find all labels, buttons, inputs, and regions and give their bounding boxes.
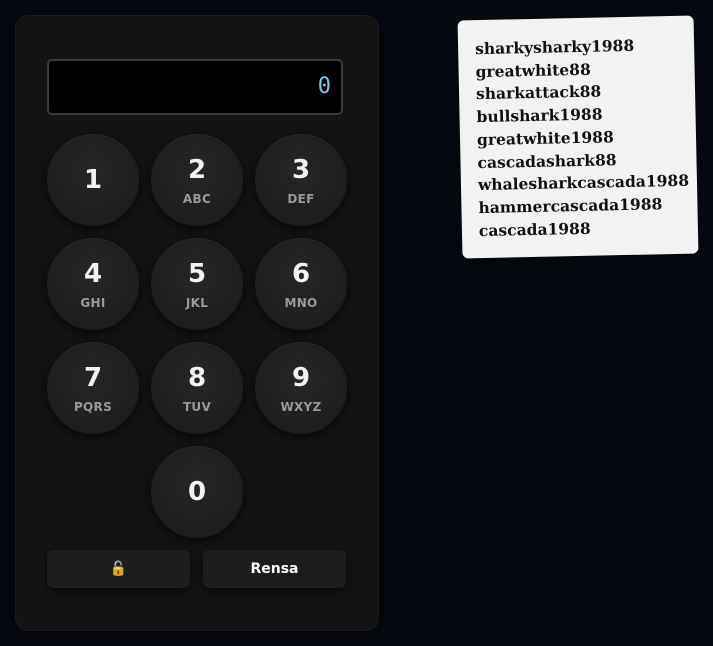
- password-note: sharkysharky1988 greatwhite88 sharkattac…: [457, 15, 699, 259]
- key-6[interactable]: 6 MNO: [255, 238, 347, 330]
- password-list: sharkysharky1988 greatwhite88 sharkattac…: [475, 34, 690, 243]
- key-1[interactable]: 1: [47, 134, 139, 226]
- key-3[interactable]: 3 DEF: [255, 134, 347, 226]
- key-8[interactable]: 8 TUV: [151, 342, 243, 434]
- key-7[interactable]: 7 PQRS: [47, 342, 139, 434]
- code-display: 0: [47, 59, 343, 115]
- key-4[interactable]: 4 GHI: [47, 238, 139, 330]
- key-letters: PQRS: [73, 400, 113, 414]
- key-digit: 9: [291, 363, 311, 393]
- keypad-panel: 0 1 2 ABC 3 DEF 4 GHI 5 JKL 6 MNO 7 PQRS…: [16, 16, 378, 630]
- key-letters: JKL: [185, 296, 209, 310]
- unlock-icon: 🔓: [109, 561, 128, 577]
- key-letters: WXYZ: [280, 400, 322, 414]
- list-item: cascada1988: [478, 218, 591, 240]
- key-digit: 7: [83, 363, 103, 393]
- display-value: 0: [317, 74, 331, 99]
- key-letters: TUV: [182, 400, 212, 414]
- key-0[interactable]: 0: [151, 446, 243, 538]
- key-digit: 0: [187, 477, 207, 507]
- clear-button[interactable]: Rensa: [203, 550, 346, 588]
- key-5[interactable]: 5 JKL: [151, 238, 243, 330]
- key-letters: GHI: [80, 296, 106, 310]
- key-digit: 1: [83, 165, 103, 195]
- list-item: hammercascada1988: [478, 194, 663, 218]
- key-2[interactable]: 2 ABC: [151, 134, 243, 226]
- key-digit: 5: [187, 259, 207, 289]
- key-digit: 8: [187, 363, 207, 393]
- key-digit: 3: [291, 155, 311, 185]
- unlock-button[interactable]: 🔓: [47, 550, 190, 588]
- key-letters: ABC: [182, 192, 212, 206]
- key-9[interactable]: 9 WXYZ: [255, 342, 347, 434]
- key-digit: 6: [291, 259, 311, 289]
- key-digit: 2: [187, 155, 207, 185]
- key-digit: 4: [83, 259, 103, 289]
- key-letters: MNO: [284, 296, 318, 310]
- key-letters: DEF: [287, 192, 315, 206]
